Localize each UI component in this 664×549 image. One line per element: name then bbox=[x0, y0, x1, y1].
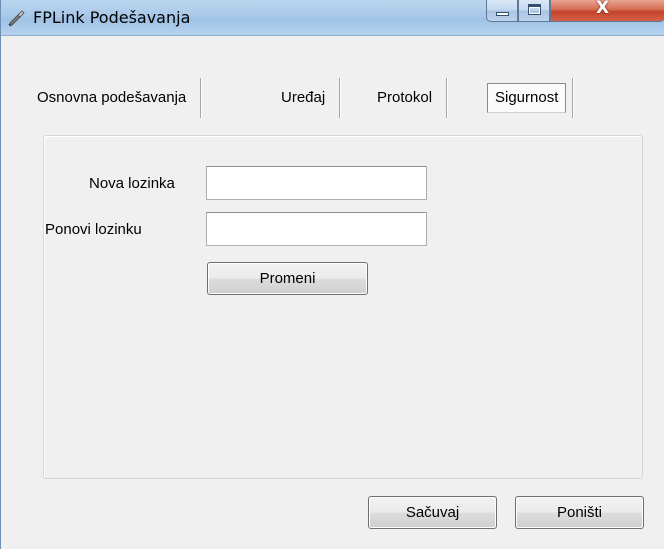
cancel-button[interactable]: Poništi bbox=[515, 496, 644, 529]
tab-security[interactable]: Sigurnost bbox=[481, 78, 574, 118]
tab-general[interactable]: Osnovna podešavanja bbox=[37, 78, 202, 118]
tab-device[interactable]: Uređaj bbox=[267, 78, 341, 118]
maximize-icon bbox=[528, 4, 541, 15]
change-password-button[interactable]: Promeni bbox=[207, 262, 368, 295]
save-button[interactable]: Sačuvaj bbox=[368, 496, 497, 529]
window-controls: X bbox=[486, 0, 664, 22]
minimize-button[interactable] bbox=[486, 0, 518, 22]
minimize-icon bbox=[496, 12, 509, 16]
tab-label: Protokol bbox=[377, 89, 433, 106]
tab-label: Uređaj bbox=[281, 89, 326, 106]
title-bar[interactable]: FPLink Podešavanja X bbox=[1, 0, 664, 36]
tab-label: Sigurnost bbox=[487, 83, 567, 113]
settings-window: FPLink Podešavanja X Osnovna podešavanja… bbox=[0, 0, 664, 549]
tab-label: Osnovna podešavanja bbox=[37, 89, 187, 106]
close-button[interactable]: X bbox=[550, 0, 664, 22]
window-title: FPLink Podešavanja bbox=[33, 8, 191, 27]
close-icon: X bbox=[596, 0, 610, 18]
tab-strip: Osnovna podešavanja Uređaj Protokol Sigu… bbox=[1, 78, 664, 118]
new-password-input[interactable] bbox=[206, 166, 427, 200]
new-password-label: Nova lozinka bbox=[89, 175, 175, 192]
tab-protocol[interactable]: Protokol bbox=[363, 78, 448, 118]
app-icon bbox=[8, 10, 25, 27]
repeat-password-input[interactable] bbox=[206, 212, 427, 246]
maximize-button[interactable] bbox=[518, 0, 550, 22]
repeat-password-label: Ponovi lozinku bbox=[45, 221, 142, 238]
